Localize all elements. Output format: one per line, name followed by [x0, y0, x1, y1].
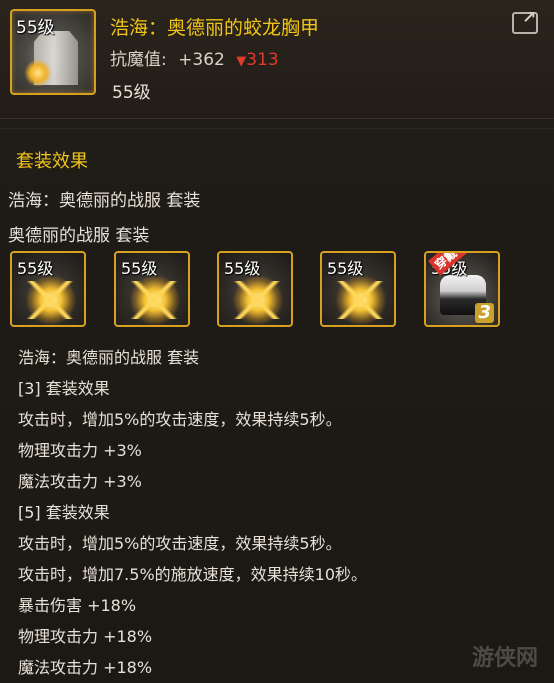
slot-level: 55级: [17, 259, 54, 278]
down-arrow-icon: ▼: [236, 54, 247, 69]
slot-level: 55级: [327, 259, 364, 278]
stat-change-value: 313: [246, 50, 279, 70]
watermark: 游侠网: [472, 646, 539, 671]
coat-icon: [336, 281, 384, 319]
slot-count: 3: [475, 303, 494, 323]
coat-icon: [130, 281, 178, 319]
set-effects-list: 浩海：奥德丽的战服 套装 [3] 套装效果 攻击时，增加5%的攻击速度，效果持续…: [18, 342, 538, 683]
coat-icon: [26, 281, 74, 319]
set-slot-1[interactable]: 55级: [10, 251, 86, 327]
effect-line: 物理攻击力 +3%: [18, 441, 142, 460]
item-level-badge: 55级: [16, 18, 55, 38]
stat-value: +362: [178, 50, 225, 70]
slot-level: 55级: [224, 259, 261, 278]
set-effects-title: 套装效果: [16, 151, 88, 172]
stat-label: 抗魔值:: [110, 50, 167, 70]
divider: [0, 128, 554, 129]
effect-line: 攻击时，增加5%的攻击速度，效果持续5秒。: [18, 534, 342, 553]
sparkle-icon: [24, 59, 52, 87]
stat-row: 抗魔值: +362 ▼313: [110, 45, 279, 70]
item-header: 55级 浩海：奥德丽的蛟龙胸甲 抗魔值: +362 ▼313 55级 ↗: [0, 0, 554, 119]
share-button[interactable]: ↗: [512, 8, 538, 34]
effect-line: 魔法攻击力 +3%: [18, 472, 142, 491]
effect-line: 物理攻击力 +18%: [18, 627, 153, 646]
effect-line: 暴击伤害 +18%: [18, 596, 137, 615]
set-slot-3[interactable]: 55级: [217, 251, 293, 327]
item-level-text: 55级: [112, 83, 151, 103]
stat-change: ▼313: [236, 50, 278, 70]
item-title: 浩海：奥德丽的蛟龙胸甲: [110, 17, 320, 39]
effect-line: [3] 套装效果: [18, 379, 110, 398]
effect-line: 浩海：奥德丽的战服 套装: [18, 348, 200, 367]
slot-level: 55级: [121, 259, 158, 278]
effect-line: 攻击时，增加7.5%的施放速度，效果持续10秒。: [18, 565, 368, 584]
effect-line: 攻击时，增加5%的攻击速度，效果持续5秒。: [18, 410, 342, 429]
item-tooltip-panel: 55级 浩海：奥德丽的蛟龙胸甲 抗魔值: +362 ▼313 55级 ↗ 套装效…: [0, 0, 554, 683]
coat-icon: [233, 281, 281, 319]
set-name-primary: 浩海：奥德丽的战服 套装: [8, 191, 201, 211]
set-slot-4[interactable]: 55级: [320, 251, 396, 327]
set-slots: 55级 55级 55级 55级 55级 穿戴中 3: [10, 251, 510, 331]
set-name-secondary: 奥德丽的战服 套装: [8, 226, 150, 246]
set-slot-2[interactable]: 55级: [114, 251, 190, 327]
effect-line: 魔法攻击力 +18%: [18, 658, 153, 677]
effect-line: [5] 套装效果: [18, 503, 110, 522]
set-slot-5[interactable]: 55级 穿戴中 3: [424, 251, 500, 327]
chest-armor-icon[interactable]: 55级: [10, 9, 96, 95]
share-icon: ↗: [522, 8, 537, 28]
